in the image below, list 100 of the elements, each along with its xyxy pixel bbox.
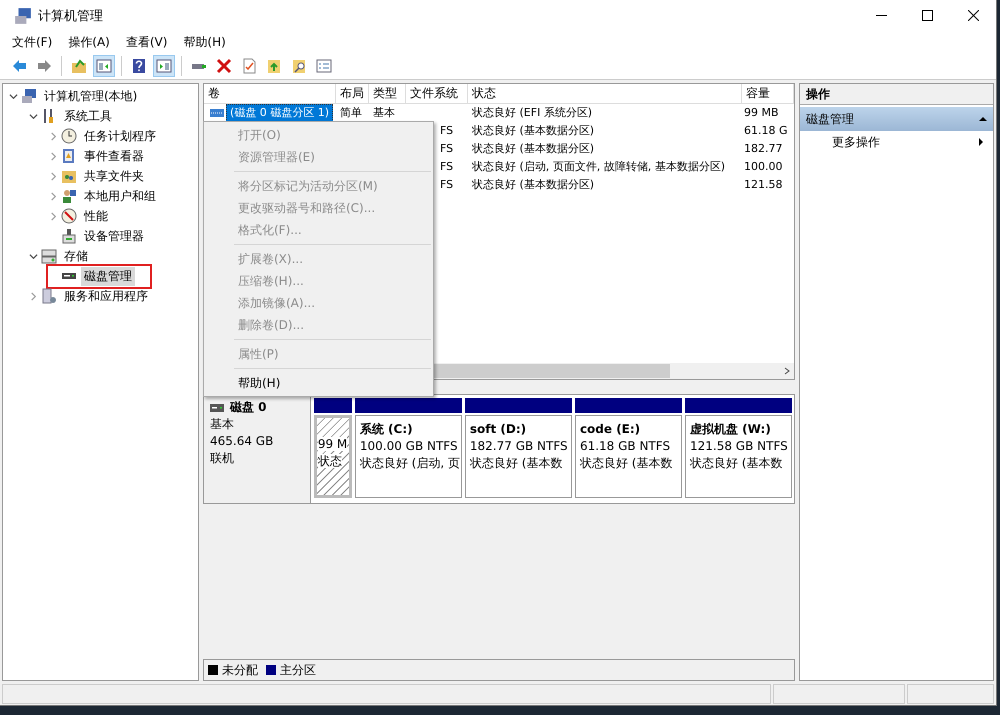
up-icon xyxy=(71,58,87,74)
menu-item[interactable]: 帮助(H) xyxy=(177,32,232,52)
partition-size: 121.58 GB NTFS xyxy=(690,438,788,455)
chevron-right-icon[interactable] xyxy=(48,172,58,180)
users-icon xyxy=(61,188,77,204)
table-cell: 状态良好 (基本数据分区) xyxy=(472,124,594,137)
partition-status: 状态良好 (基本数 xyxy=(690,455,784,472)
chevron-down-icon[interactable] xyxy=(28,252,38,260)
column-header[interactable]: 状态 xyxy=(468,84,742,104)
actions-section[interactable]: 磁盘管理 xyxy=(800,107,993,131)
partition-block[interactable]: 虚拟机盘 (W:) 121.58 GB NTFS 状态良好 (基本数 xyxy=(684,415,792,498)
forward-icon xyxy=(36,58,52,74)
partition-status: 状态良好 (基本数 xyxy=(470,455,564,472)
table-cell: 基本 xyxy=(373,106,395,119)
chevron-right-icon[interactable] xyxy=(48,152,58,160)
tree-item[interactable]: 服务和应用程序 xyxy=(61,286,151,306)
list-icon xyxy=(316,58,332,74)
partition-size: 182.77 GB NTFS xyxy=(470,438,567,455)
partition-block[interactable]: code (E:) 61.18 GB NTFS 状态良好 (基本数 xyxy=(574,415,682,498)
chevron-right-icon[interactable] xyxy=(48,132,58,140)
folder-up-icon xyxy=(266,58,282,74)
tree-item[interactable]: 计算机管理(本地) xyxy=(41,86,140,106)
window-title: 计算机管理 xyxy=(38,8,104,24)
chevron-right-icon[interactable] xyxy=(28,292,38,300)
collapse-icon[interactable] xyxy=(979,115,987,123)
partition-name: code (E:) xyxy=(580,421,642,438)
table-cell: 状态良好 (基本数据分区) xyxy=(472,178,594,191)
partition-size: 100.00 GB NTFS xyxy=(360,438,457,455)
clock-icon xyxy=(61,128,77,144)
table-cell: 状态良好 (EFI 系统分区) xyxy=(472,106,592,119)
table-cell: 61.18 G xyxy=(744,124,788,137)
back-icon xyxy=(11,58,27,74)
tree-item[interactable]: 事件查看器 xyxy=(81,146,147,166)
pane-toolbar-button[interactable] xyxy=(153,55,175,77)
computer-icon xyxy=(21,88,37,104)
table-cell-text: FS xyxy=(439,141,454,156)
tree-item[interactable]: 系统工具 xyxy=(61,106,115,126)
delete-icon xyxy=(216,58,232,74)
help-icon xyxy=(131,58,147,74)
chevron-down-icon[interactable] xyxy=(8,92,18,100)
partition-status: 状态良好 (启动, 页 xyxy=(360,455,457,472)
table-cell[interactable]: (磁盘 0 磁盘分区 1) xyxy=(226,104,334,122)
tree-toolbar-button[interactable] xyxy=(93,55,115,77)
computer-icon xyxy=(14,6,32,24)
table-cell-text: FS xyxy=(439,177,454,192)
table-cell: 182.77 xyxy=(744,142,782,155)
table-cell: 状态良好 (基本数据分区) xyxy=(472,142,594,155)
column-header[interactable]: 类型 xyxy=(369,84,406,104)
tree-item[interactable]: 性能 xyxy=(81,206,111,226)
table-cell-text: FS xyxy=(439,123,454,138)
device-icon xyxy=(61,228,77,244)
close-icon xyxy=(968,10,978,21)
partition-status: 状态良好 (基本数 xyxy=(580,455,674,472)
context-menu-item[interactable]: 帮助(H) xyxy=(204,372,433,394)
storage-icon xyxy=(41,248,57,264)
table-cell: 状态良好 (启动, 页面文件, 故障转储, 基本数据分区) xyxy=(472,160,726,173)
disk-size: 465.64 GB xyxy=(210,433,274,450)
partition-block[interactable]: 99 M 状态 xyxy=(314,415,352,498)
volume-icon xyxy=(210,109,224,117)
arrow-right-icon xyxy=(977,138,985,146)
partition-name: 系统 (C:) xyxy=(360,421,414,438)
services-icon xyxy=(41,288,57,304)
disk-status: 联机 xyxy=(210,450,235,467)
table-cell: 99 MB xyxy=(744,106,779,119)
disk-name: 磁盘 0 xyxy=(230,399,267,416)
chevron-right-icon[interactable] xyxy=(48,212,58,220)
column-header[interactable]: 容量 xyxy=(742,84,794,104)
partition-size: 61.18 GB NTFS xyxy=(580,438,672,455)
tree-item[interactable]: 磁盘管理 xyxy=(81,266,135,286)
tree-item[interactable]: 共享文件夹 xyxy=(81,166,147,186)
tree-item[interactable]: 存储 xyxy=(61,246,91,266)
column-header[interactable]: 文件系统 xyxy=(406,84,468,104)
find-icon xyxy=(291,58,307,74)
chevron-down-icon[interactable] xyxy=(28,112,38,120)
menu-item[interactable]: 文件(F) xyxy=(6,32,58,52)
tree-item[interactable]: 任务计划程序 xyxy=(81,126,159,146)
partition-name: 虚拟机盘 (W:) xyxy=(690,421,772,438)
tree-item[interactable]: 设备管理器 xyxy=(81,226,147,246)
maximize-icon xyxy=(922,10,932,21)
table-cell: 简单 xyxy=(340,106,362,119)
partition-name: soft (D:) xyxy=(470,421,528,438)
chevron-right-icon[interactable] xyxy=(48,192,58,200)
disk-type: 基本 xyxy=(210,416,235,433)
properties-icon xyxy=(241,58,257,74)
actions-header: 操作 xyxy=(800,84,993,105)
column-header[interactable]: 布局 xyxy=(336,84,369,104)
legend-label: 未分配 xyxy=(222,662,258,678)
legend-label: 主分区 xyxy=(280,662,316,678)
menu-item[interactable]: 查看(V) xyxy=(120,32,174,52)
tree-item[interactable]: 本地用户和组 xyxy=(81,186,159,206)
action-item[interactable]: 更多操作 xyxy=(800,131,993,153)
pane-icon xyxy=(156,58,172,74)
menu-item[interactable]: 操作(A) xyxy=(62,32,116,52)
table-cell: 121.58 xyxy=(744,178,782,191)
table-cell: 100.00 xyxy=(744,160,782,173)
partition-block[interactable]: 系统 (C:) 100.00 GB NTFS 状态良好 (启动, 页 xyxy=(354,415,462,498)
table-cell-text: FS xyxy=(439,159,454,174)
partition-block[interactable]: soft (D:) 182.77 GB NTFS 状态良好 (基本数 xyxy=(464,415,572,498)
partition-size: 99 M xyxy=(318,436,348,453)
partition-status: 状态 xyxy=(318,453,343,470)
